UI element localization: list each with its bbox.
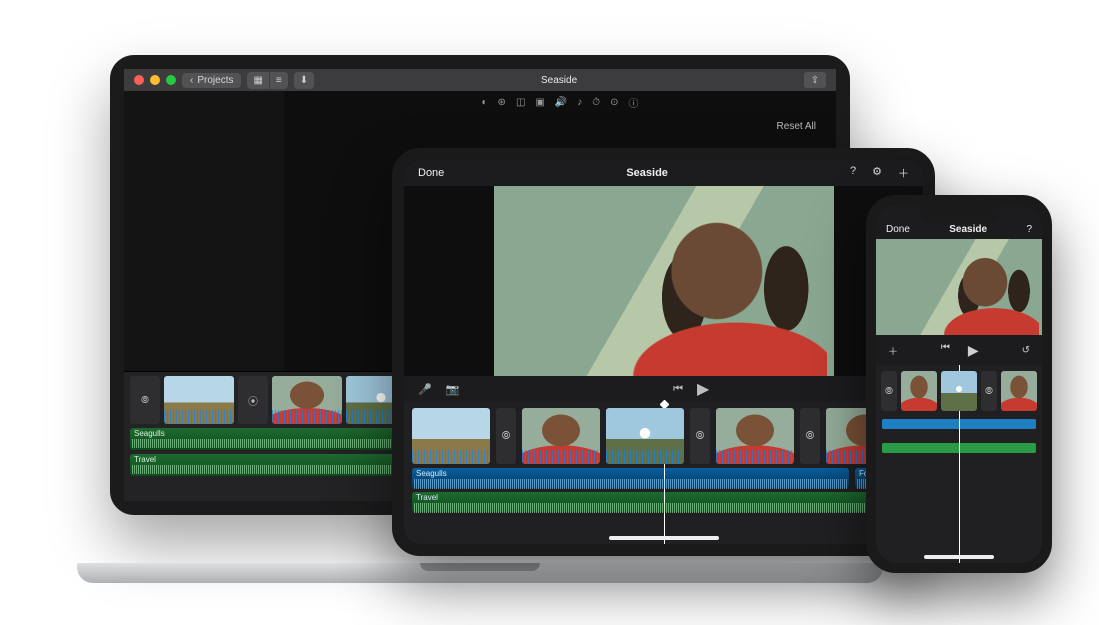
video-clip[interactable] — [272, 376, 342, 424]
camera-icon[interactable]: 📷 — [446, 383, 460, 396]
volume-icon[interactable]: 🔊 — [555, 97, 567, 108]
video-clip[interactable] — [1001, 371, 1037, 411]
transition-clip[interactable]: ⦾ — [130, 376, 160, 424]
ipad-device: Done Seaside ? ⚙ ＋ 🎤 📷 ⏮ ▶ — [392, 148, 935, 556]
waveform — [414, 479, 847, 489]
noise-icon[interactable]: ♪ — [577, 97, 582, 108]
audio-track-label: Seagulls — [412, 468, 849, 479]
share-button[interactable]: ⇪ — [804, 72, 826, 88]
project-title: Seaside — [910, 224, 1027, 235]
timeline-panel[interactable]: ⦾ ⦾ — [876, 365, 1042, 563]
home-indicator[interactable] — [924, 555, 994, 559]
download-icon: ⬇ — [294, 72, 314, 89]
video-clip[interactable] — [606, 408, 684, 464]
transition-clip[interactable]: ⦾ — [881, 371, 897, 411]
skip-back-icon[interactable]: ⏮ — [673, 383, 683, 396]
video-clip[interactable] — [716, 408, 794, 464]
close-icon[interactable] — [134, 75, 144, 85]
back-button[interactable]: ‹ Projects — [182, 73, 241, 88]
home-indicator[interactable] — [609, 536, 719, 540]
window-controls[interactable] — [134, 75, 176, 85]
play-icon[interactable]: ▶ — [968, 342, 979, 359]
reset-all-button[interactable]: Reset All — [777, 121, 816, 132]
transition-clip[interactable]: ⦾ — [981, 371, 997, 411]
skip-back-icon[interactable]: ⏮ — [941, 342, 950, 359]
macbook-notch — [420, 563, 540, 571]
nav-bar: Done Seaside ? ⚙ ＋ — [404, 160, 923, 186]
grid-icon[interactable]: ▦ — [247, 72, 268, 89]
video-track[interactable]: ⦾ ⦾ ⦾ — [412, 408, 915, 464]
preview-frame — [876, 239, 1042, 335]
imovie-ipad-app: Done Seaside ? ⚙ ＋ 🎤 📷 ⏮ ▶ — [404, 160, 923, 544]
audio-track[interactable]: Seagulls — [412, 468, 849, 488]
done-button[interactable]: Done — [886, 224, 910, 235]
minimize-icon[interactable] — [150, 75, 160, 85]
viewer-panel[interactable] — [404, 186, 923, 376]
microphone-icon[interactable]: 🎤 — [418, 383, 432, 396]
preview-frame — [494, 186, 834, 376]
settings-icon[interactable]: ⚙ — [872, 165, 882, 181]
help-icon[interactable]: ? — [1026, 224, 1032, 235]
info-icon[interactable]: ⓘ — [629, 95, 639, 110]
viewer-panel[interactable] — [876, 239, 1042, 335]
video-clip[interactable] — [164, 376, 234, 424]
media-library-panel[interactable] — [124, 91, 284, 371]
library-view-toggle[interactable]: ▦ ≡ — [247, 72, 287, 89]
chevron-left-icon: ‹ — [190, 75, 193, 86]
transition-clip[interactable]: ⦿ — [238, 376, 268, 424]
video-clip[interactable] — [901, 371, 937, 411]
project-title: Seaside — [320, 75, 798, 86]
help-icon[interactable]: ? — [850, 165, 856, 181]
import-button[interactable]: ⬇ — [294, 72, 314, 89]
color-balance-icon[interactable]: ◐ — [482, 97, 488, 108]
stabilize-icon[interactable]: ▣ — [535, 97, 544, 108]
share-icon: ⇪ — [811, 75, 819, 86]
preview-image — [494, 186, 834, 376]
add-icon[interactable]: ＋ — [898, 165, 909, 181]
done-button[interactable]: Done — [418, 167, 444, 179]
timeline-panel[interactable]: ⦾ ⦾ ⦾ Seagulls Fog Horn — [404, 402, 923, 544]
transition-clip[interactable]: ⦾ — [800, 408, 820, 464]
add-icon[interactable]: ＋ — [888, 343, 898, 358]
back-label: Projects — [197, 75, 233, 86]
imovie-iphone-app: Done Seaside ? ＋ ⏮ ▶ ↺ ⦾ — [876, 205, 1042, 563]
transition-clip[interactable]: ⦾ — [690, 408, 710, 464]
video-clip[interactable] — [941, 371, 977, 411]
video-track[interactable]: ⦾ ⦾ — [882, 371, 1036, 411]
playback-bar: ＋ ⏮ ▶ ↺ — [876, 335, 1042, 365]
waveform — [414, 503, 913, 513]
undo-icon[interactable]: ↺ — [1022, 345, 1030, 356]
play-icon[interactable]: ▶ — [697, 379, 709, 399]
filter-icon[interactable]: ⊙ — [610, 97, 618, 108]
crop-icon[interactable]: ◫ — [516, 97, 525, 108]
transition-clip[interactable]: ⦾ — [496, 408, 516, 464]
project-title: Seaside — [444, 167, 850, 179]
fullscreen-icon[interactable] — [166, 75, 176, 85]
viewer-toolbar: ◐ ⊛ ◫ ▣ 🔊 ♪ ⏱ ⊙ ⓘ — [284, 91, 836, 113]
list-icon[interactable]: ≡ — [269, 72, 288, 89]
video-clip[interactable] — [522, 408, 600, 464]
iphone-notch — [919, 205, 999, 223]
macbook-base — [77, 563, 883, 583]
color-correct-icon[interactable]: ⊛ — [498, 97, 506, 108]
iphone-device: Done Seaside ? ＋ ⏮ ▶ ↺ ⦾ — [866, 195, 1052, 573]
preview-image — [876, 239, 1042, 335]
playback-bar: 🎤 📷 ⏮ ▶ — [404, 376, 923, 402]
titlebar: ‹ Projects ▦ ≡ ⬇ Seaside ⇪ — [124, 69, 836, 91]
video-clip[interactable] — [412, 408, 490, 464]
speed-icon[interactable]: ⏱ — [592, 97, 600, 108]
